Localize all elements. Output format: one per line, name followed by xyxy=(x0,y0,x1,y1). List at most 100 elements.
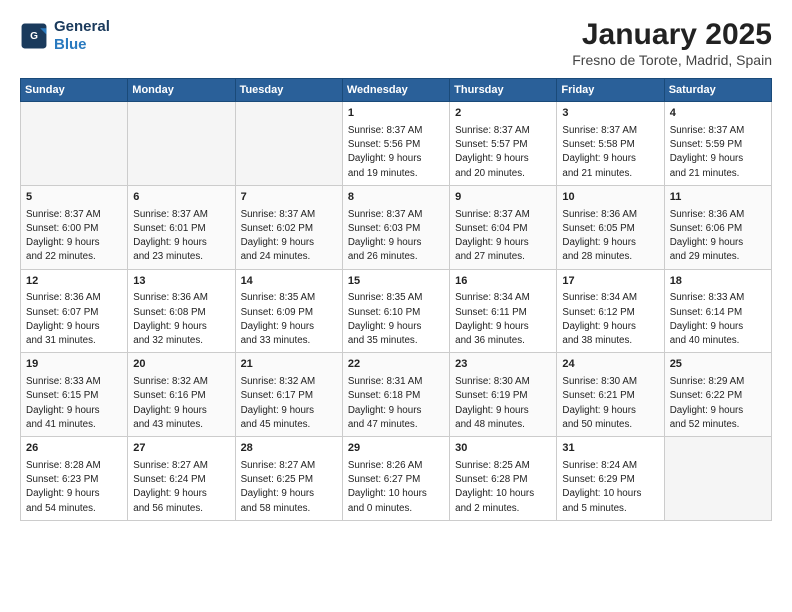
day-number: 14 xyxy=(241,274,337,290)
day-info: and 28 minutes. xyxy=(562,250,658,264)
calendar-cell: 29Sunrise: 8:26 AMSunset: 6:27 PMDayligh… xyxy=(342,437,449,521)
day-number: 25 xyxy=(670,357,766,373)
weekday-tuesday: Tuesday xyxy=(235,79,342,102)
day-info: and 33 minutes. xyxy=(241,334,337,348)
day-info: Daylight: 9 hours xyxy=(562,236,658,250)
week-row-3: 12Sunrise: 8:36 AMSunset: 6:07 PMDayligh… xyxy=(21,269,772,353)
day-info: Sunset: 6:07 PM xyxy=(26,306,122,320)
day-info: and 31 minutes. xyxy=(26,334,122,348)
day-info: and 40 minutes. xyxy=(670,334,766,348)
calendar-cell: 5Sunrise: 8:37 AMSunset: 6:00 PMDaylight… xyxy=(21,185,128,269)
day-info: Daylight: 9 hours xyxy=(241,320,337,334)
day-info: and 29 minutes. xyxy=(670,250,766,264)
day-info: Sunrise: 8:30 AM xyxy=(562,375,658,389)
day-number: 8 xyxy=(348,190,444,206)
day-info: and 21 minutes. xyxy=(670,167,766,181)
day-info: Sunset: 6:16 PM xyxy=(133,389,229,403)
calendar-cell: 22Sunrise: 8:31 AMSunset: 6:18 PMDayligh… xyxy=(342,353,449,437)
day-info: Sunrise: 8:33 AM xyxy=(26,375,122,389)
logo-line1: General xyxy=(54,18,110,36)
day-info: Sunrise: 8:35 AM xyxy=(241,291,337,305)
day-number: 18 xyxy=(670,274,766,290)
calendar-cell: 31Sunrise: 8:24 AMSunset: 6:29 PMDayligh… xyxy=(557,437,664,521)
calendar-page: G General Blue January 2025 Fresno de To… xyxy=(0,0,792,533)
day-info: Sunrise: 8:37 AM xyxy=(670,124,766,138)
calendar-cell: 27Sunrise: 8:27 AMSunset: 6:24 PMDayligh… xyxy=(128,437,235,521)
calendar-cell: 14Sunrise: 8:35 AMSunset: 6:09 PMDayligh… xyxy=(235,269,342,353)
day-info: and 54 minutes. xyxy=(26,502,122,516)
day-info: Sunrise: 8:36 AM xyxy=(26,291,122,305)
weekday-sunday: Sunday xyxy=(21,79,128,102)
day-info: Daylight: 9 hours xyxy=(455,152,551,166)
day-info: Sunset: 6:28 PM xyxy=(455,473,551,487)
calendar-cell: 9Sunrise: 8:37 AMSunset: 6:04 PMDaylight… xyxy=(450,185,557,269)
day-info: Sunrise: 8:26 AM xyxy=(348,459,444,473)
day-info: Daylight: 9 hours xyxy=(562,152,658,166)
day-number: 27 xyxy=(133,441,229,457)
day-info: Sunrise: 8:27 AM xyxy=(241,459,337,473)
calendar-cell: 8Sunrise: 8:37 AMSunset: 6:03 PMDaylight… xyxy=(342,185,449,269)
day-info: Sunset: 6:09 PM xyxy=(241,306,337,320)
day-info: and 36 minutes. xyxy=(455,334,551,348)
day-info: Sunrise: 8:27 AM xyxy=(133,459,229,473)
week-row-5: 26Sunrise: 8:28 AMSunset: 6:23 PMDayligh… xyxy=(21,437,772,521)
day-info: Daylight: 9 hours xyxy=(670,236,766,250)
day-info: Sunset: 5:56 PM xyxy=(348,138,444,152)
day-info: Daylight: 10 hours xyxy=(562,487,658,501)
day-number: 7 xyxy=(241,190,337,206)
calendar-cell xyxy=(235,102,342,186)
day-info: Sunrise: 8:32 AM xyxy=(241,375,337,389)
logo-text: General Blue xyxy=(54,18,110,54)
calendar-cell: 20Sunrise: 8:32 AMSunset: 6:16 PMDayligh… xyxy=(128,353,235,437)
day-number: 11 xyxy=(670,190,766,206)
day-number: 4 xyxy=(670,106,766,122)
day-number: 3 xyxy=(562,106,658,122)
day-info: Daylight: 10 hours xyxy=(348,487,444,501)
day-number: 21 xyxy=(241,357,337,373)
day-info: Sunrise: 8:36 AM xyxy=(133,291,229,305)
logo-icon: G xyxy=(20,22,48,50)
calendar-cell: 1Sunrise: 8:37 AMSunset: 5:56 PMDaylight… xyxy=(342,102,449,186)
weekday-saturday: Saturday xyxy=(664,79,771,102)
day-info: and 35 minutes. xyxy=(348,334,444,348)
weekday-friday: Friday xyxy=(557,79,664,102)
weekday-header-row: SundayMondayTuesdayWednesdayThursdayFrid… xyxy=(21,79,772,102)
day-info: and 22 minutes. xyxy=(26,250,122,264)
day-info: Sunset: 6:14 PM xyxy=(670,306,766,320)
calendar-cell: 21Sunrise: 8:32 AMSunset: 6:17 PMDayligh… xyxy=(235,353,342,437)
day-number: 23 xyxy=(455,357,551,373)
day-info: Sunset: 6:02 PM xyxy=(241,222,337,236)
day-info: and 47 minutes. xyxy=(348,418,444,432)
day-info: Daylight: 9 hours xyxy=(241,236,337,250)
day-info: Daylight: 9 hours xyxy=(241,487,337,501)
day-info: Sunset: 5:59 PM xyxy=(670,138,766,152)
day-info: Daylight: 10 hours xyxy=(455,487,551,501)
calendar-cell: 12Sunrise: 8:36 AMSunset: 6:07 PMDayligh… xyxy=(21,269,128,353)
calendar-cell: 26Sunrise: 8:28 AMSunset: 6:23 PMDayligh… xyxy=(21,437,128,521)
day-info: Sunrise: 8:36 AM xyxy=(670,208,766,222)
day-info: Sunset: 6:01 PM xyxy=(133,222,229,236)
day-number: 29 xyxy=(348,441,444,457)
day-info: Daylight: 9 hours xyxy=(348,152,444,166)
day-number: 6 xyxy=(133,190,229,206)
calendar-cell: 7Sunrise: 8:37 AMSunset: 6:02 PMDaylight… xyxy=(235,185,342,269)
day-info: and 19 minutes. xyxy=(348,167,444,181)
day-info: Sunset: 6:15 PM xyxy=(26,389,122,403)
day-info: Daylight: 9 hours xyxy=(26,404,122,418)
day-info: Sunset: 6:24 PM xyxy=(133,473,229,487)
day-number: 20 xyxy=(133,357,229,373)
calendar-cell: 4Sunrise: 8:37 AMSunset: 5:59 PMDaylight… xyxy=(664,102,771,186)
day-number: 13 xyxy=(133,274,229,290)
day-info: Sunrise: 8:31 AM xyxy=(348,375,444,389)
day-info: Daylight: 9 hours xyxy=(348,236,444,250)
location: Fresno de Torote, Madrid, Spain xyxy=(572,52,772,68)
day-info: Daylight: 9 hours xyxy=(455,236,551,250)
calendar-cell: 6Sunrise: 8:37 AMSunset: 6:01 PMDaylight… xyxy=(128,185,235,269)
day-info: Daylight: 9 hours xyxy=(241,404,337,418)
day-number: 22 xyxy=(348,357,444,373)
calendar-table: SundayMondayTuesdayWednesdayThursdayFrid… xyxy=(20,78,772,521)
day-info: Sunset: 6:25 PM xyxy=(241,473,337,487)
day-number: 5 xyxy=(26,190,122,206)
day-number: 26 xyxy=(26,441,122,457)
day-info: and 20 minutes. xyxy=(455,167,551,181)
